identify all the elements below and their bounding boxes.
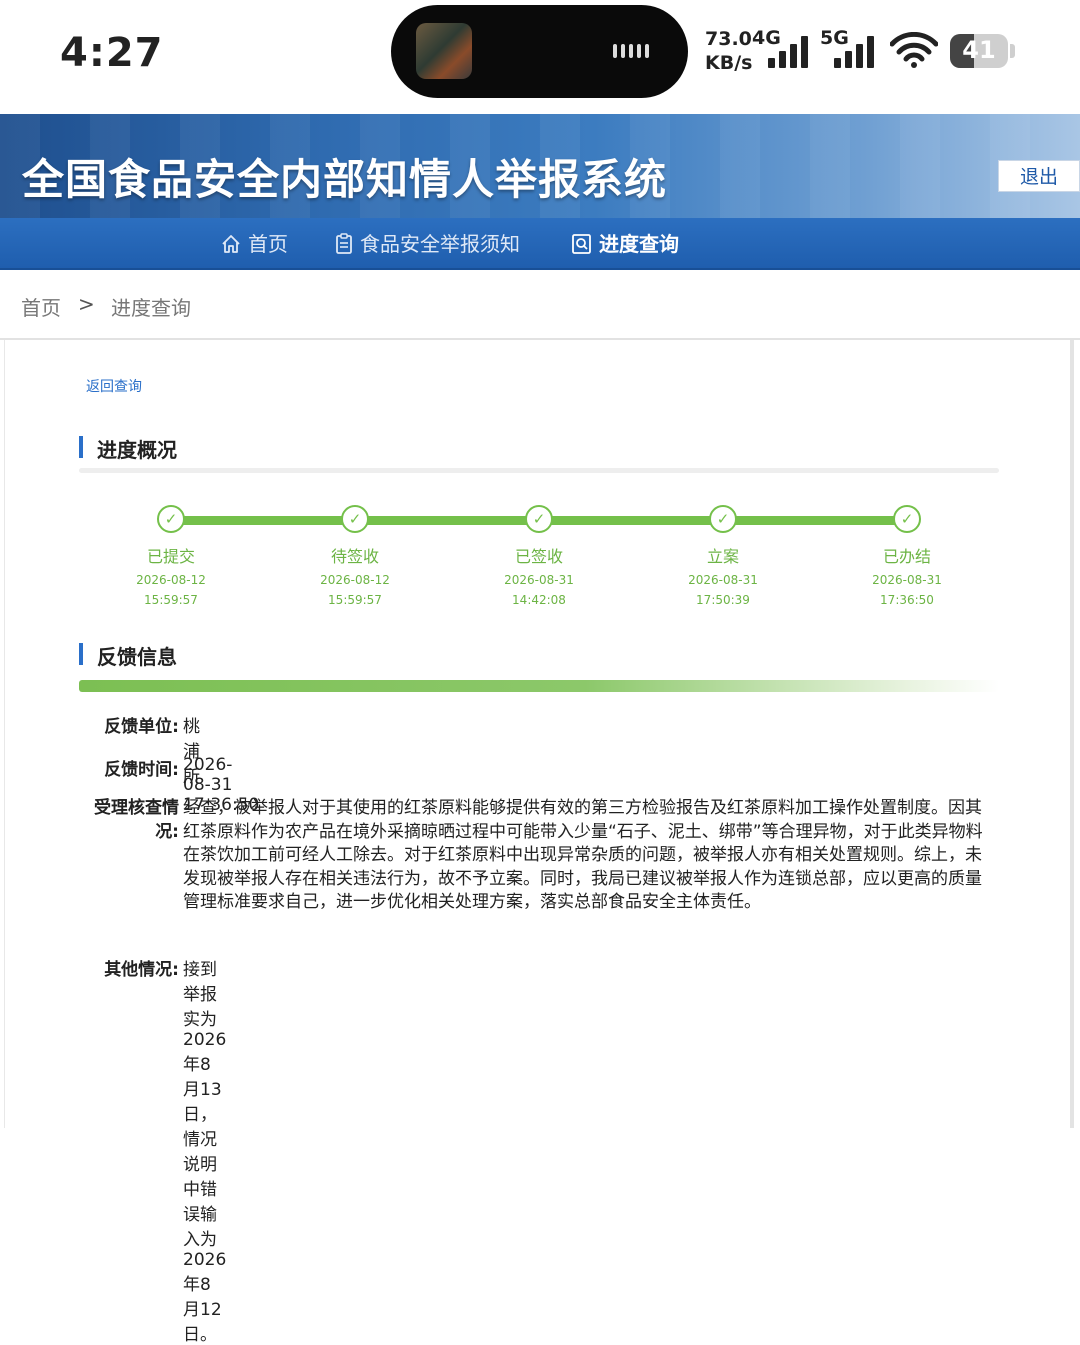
check-icon: ✓	[341, 505, 369, 533]
verify-text: 经查，被举报人对于其使用的红茶原料能够提供有效的第三方检验报告及红茶原料加工操作…	[183, 798, 983, 912]
step-time: 14:42:08	[512, 593, 566, 607]
nav-label: 进度查询	[599, 232, 679, 256]
step-date: 2026-08-31	[504, 573, 574, 587]
breadcrumb-separator: >	[78, 292, 95, 316]
step-label: 立案	[706, 547, 739, 566]
clipboard-icon	[336, 233, 352, 254]
clock: 4:27	[60, 30, 164, 76]
progress-step: ✓ 已签收 2026-08-31 14:42:08	[469, 505, 609, 607]
back-to-query-link[interactable]: 返回查询	[86, 376, 142, 396]
step-date: 2026-08-31	[688, 573, 758, 587]
main-nav: 首页 食品安全举报须知 进度查询	[0, 218, 1080, 270]
main-content: 返回查询 进度概况 ✓ 已提交 2026-08-12 15:59:57 ✓ 待签收 2026…	[4, 340, 1074, 1345]
dynamic-island[interactable]	[391, 5, 688, 98]
step-label: 待签收	[330, 547, 379, 566]
check-icon: ✓	[525, 505, 553, 533]
section-divider	[79, 468, 999, 473]
verify-label: 受理核查情况:	[94, 798, 179, 842]
check-icon: ✓	[157, 505, 185, 533]
media-thumbnail	[416, 23, 472, 79]
site-header: 全国食品安全内部知情人举报系统 退出	[0, 114, 1080, 218]
breadcrumb-home[interactable]: 首页	[21, 292, 61, 321]
logout-button[interactable]: 退出	[998, 160, 1080, 192]
step-label: 已办结	[882, 547, 931, 566]
step-time: 15:59:57	[328, 593, 382, 607]
nav-item-progress[interactable]: 进度查询	[571, 218, 679, 270]
progress-step: ✓ 已办结 2026-08-31 17:36:50	[837, 505, 977, 607]
nav-item-home[interactable]: 首页	[220, 218, 288, 270]
nav-label: 食品安全举报须知	[360, 232, 520, 256]
search-doc-icon	[572, 234, 591, 254]
site-title: 全国食品安全内部知情人举报系统	[22, 155, 668, 204]
network-speed: 73.0 KB/s	[705, 28, 753, 74]
signal-bars-icon	[834, 36, 874, 68]
step-time: 17:50:39	[696, 593, 750, 607]
step-date: 2026-08-31	[872, 573, 942, 587]
breadcrumb-current: 进度查询	[111, 296, 191, 320]
check-icon: ✓	[893, 505, 921, 533]
check-icon: ✓	[709, 505, 737, 533]
progress-section-title: 进度概况	[79, 434, 177, 463]
feedback-section-title: 反馈信息	[79, 641, 177, 670]
step-time: 17:36:50	[880, 593, 934, 607]
audio-wave-icon	[613, 43, 661, 59]
feedback-unit-label: 反馈单位:	[104, 717, 179, 737]
step-label: 已签收	[514, 547, 563, 566]
other-info-value: 接到举报实为2026年8月13日，情况说明中错误输入为2026年8月12日。	[183, 960, 227, 1345]
battery-tip	[1010, 44, 1015, 58]
nav-label: 首页	[248, 232, 288, 256]
step-time: 15:59:57	[144, 593, 198, 607]
progress-step: ✓ 待签收 2026-08-12 15:59:57	[285, 505, 425, 607]
step-date: 2026-08-12	[320, 573, 390, 587]
step-label: 已提交	[146, 547, 195, 566]
wifi-icon	[890, 32, 938, 68]
other-info-label: 其他情况:	[104, 960, 179, 980]
feedback-time-label: 反馈时间:	[104, 760, 179, 780]
home-icon	[222, 235, 240, 253]
breadcrumb: 首页 > 进度查询	[0, 270, 1080, 340]
signal-bars-icon	[768, 36, 808, 68]
progress-step: ✓ 已提交 2026-08-12 15:59:57	[101, 505, 241, 607]
battery-percentage: 41	[962, 36, 996, 64]
progress-step: ✓ 立案 2026-08-31 17:50:39	[653, 505, 793, 607]
nav-item-notice[interactable]: 食品安全举报须知	[334, 218, 520, 270]
step-date: 2026-08-12	[136, 573, 206, 587]
status-bar: 4:27 73.0 KB/s 4G 5G 41	[0, 0, 1080, 114]
section-divider-green	[79, 680, 999, 692]
battery-icon: 41	[950, 34, 1008, 68]
